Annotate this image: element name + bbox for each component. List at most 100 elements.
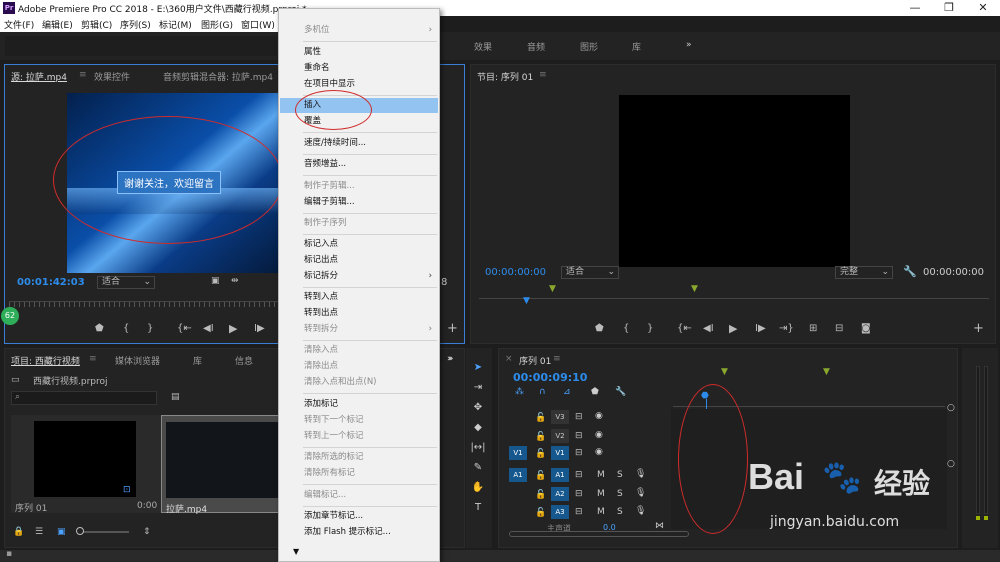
workspace-more-icon[interactable]: » bbox=[686, 40, 692, 50]
tab-sequence[interactable]: 序列 01 bbox=[519, 354, 551, 367]
pen-tool-icon[interactable]: ✎ bbox=[470, 462, 486, 478]
tab-project[interactable]: 项目: 西藏行视频 bbox=[11, 354, 80, 367]
timeline-menu-icon[interactable]: ≡ bbox=[553, 354, 561, 364]
mark-out-icon[interactable]: } bbox=[647, 323, 653, 334]
tab-info[interactable]: 信息 bbox=[235, 354, 253, 367]
menu-item-clear-out[interactable]: 清除出点 bbox=[280, 359, 438, 374]
menu-item-speed-duration[interactable]: 速度/持续时间... bbox=[280, 136, 438, 151]
source-patch-v1[interactable]: V1 bbox=[509, 446, 527, 460]
tab-audio-clip-mixer[interactable]: 音频剪辑混合器: 拉萨.mp4 bbox=[163, 70, 273, 83]
workspace-libraries[interactable]: 库 bbox=[632, 40, 641, 53]
program-ruler[interactable]: ▼ ▼ ▼ bbox=[479, 284, 989, 306]
menu-item-rename[interactable]: 重命名 bbox=[280, 61, 438, 76]
program-menu-icon[interactable]: ≡ bbox=[539, 70, 547, 80]
menu-file[interactable]: 文件(F) bbox=[4, 18, 34, 31]
microphone-icon[interactable]: 🎙 bbox=[635, 506, 646, 516]
step-forward-icon[interactable]: I▶ bbox=[755, 323, 766, 334]
add-marker-icon[interactable]: ⬟ bbox=[591, 387, 599, 397]
solo-button[interactable]: S bbox=[617, 489, 623, 499]
project-search-input[interactable]: ⌕ bbox=[11, 391, 157, 405]
solo-button[interactable]: S bbox=[617, 507, 623, 517]
selection-tool-icon[interactable]: ➤ bbox=[470, 362, 486, 378]
project-item-sequence[interactable]: ⊡ 序列 01 0:00 bbox=[11, 415, 161, 514]
menu-edit[interactable]: 编辑(E) bbox=[42, 18, 73, 31]
project-menu-icon[interactable]: ≡ bbox=[89, 354, 97, 364]
track-v2-label[interactable]: V2 bbox=[551, 429, 569, 443]
menu-item-reveal-in-project[interactable]: 在项目中显示 bbox=[280, 77, 438, 92]
mark-in-icon[interactable]: { bbox=[623, 323, 629, 334]
menu-item-mark-split[interactable]: 标记拆分 › bbox=[280, 269, 438, 284]
track-height-icon[interactable]: ⋈ bbox=[655, 521, 664, 531]
minimize-button[interactable]: — bbox=[898, 0, 932, 16]
slip-tool-icon[interactable]: |↔| bbox=[470, 442, 486, 458]
menu-item-clear-in[interactable]: 清除入点 bbox=[280, 343, 438, 358]
menu-item-make-subclip[interactable]: 制作子剪辑... bbox=[280, 179, 438, 194]
snap-icon[interactable]: ∩ bbox=[539, 387, 546, 397]
sync-lock-icon[interactable]: ⊟ bbox=[575, 507, 583, 517]
menu-clip[interactable]: 剪辑(C) bbox=[81, 18, 112, 31]
hand-tool-icon[interactable]: ✋ bbox=[470, 482, 486, 498]
menu-item-mark-out[interactable]: 标记出点 bbox=[280, 253, 438, 268]
menu-item-clear-selected-marker[interactable]: 清除所选的标记 bbox=[280, 450, 438, 465]
go-to-out-icon[interactable]: ⇥} bbox=[779, 323, 794, 334]
wrench-icon[interactable]: 🔧 bbox=[903, 265, 917, 278]
mute-button[interactable]: M bbox=[597, 470, 605, 480]
tab-program[interactable]: 节目: 序列 01 bbox=[477, 70, 533, 83]
mute-button[interactable]: M bbox=[597, 489, 605, 499]
workspace-audio[interactable]: 音频 bbox=[527, 40, 545, 53]
source-zoom-select[interactable]: 适合 ⌄ bbox=[97, 276, 155, 289]
camera-icon[interactable]: ◙ bbox=[861, 323, 871, 334]
list-view-icon[interactable]: ☰ bbox=[35, 527, 43, 537]
mark-out-icon[interactable]: } bbox=[147, 323, 153, 334]
lock-icon[interactable]: 🔓 bbox=[535, 413, 546, 423]
scroll-handle-icon[interactable]: ○ bbox=[947, 403, 955, 413]
tab-effect-controls[interactable]: 效果控件 bbox=[94, 70, 130, 83]
track-v1-label[interactable]: V1 bbox=[551, 446, 569, 460]
source-add-button-icon[interactable]: + bbox=[447, 321, 458, 336]
lock-icon[interactable]: 🔓 bbox=[535, 432, 546, 442]
lift-icon[interactable]: ⊞ bbox=[809, 323, 817, 334]
menu-item-multicam[interactable]: 多机位 › bbox=[280, 23, 438, 38]
timeline-close-icon[interactable]: × bbox=[505, 354, 513, 364]
lock-icon[interactable]: 🔓 bbox=[535, 508, 546, 518]
source-ruler[interactable] bbox=[9, 301, 279, 307]
menu-item-go-to-split[interactable]: 转到拆分 › bbox=[280, 322, 438, 337]
step-forward-icon[interactable]: I▶ bbox=[254, 323, 265, 334]
workspace-effects[interactable]: 效果 bbox=[474, 40, 492, 53]
source-menu-icon[interactable]: ≡ bbox=[79, 70, 87, 80]
menu-item-go-to-out[interactable]: 转到出点 bbox=[280, 306, 438, 321]
eye-icon[interactable]: ◉ bbox=[595, 411, 603, 421]
menu-item-mark-in[interactable]: 标记入点 bbox=[280, 237, 438, 252]
playback-resolution-select[interactable]: 完整 ⌄ bbox=[835, 266, 893, 279]
microphone-icon[interactable]: 🎙 bbox=[635, 469, 646, 479]
sync-lock-icon[interactable]: ⊟ bbox=[575, 489, 583, 499]
menu-item-edit-marker[interactable]: 编辑标记... bbox=[280, 488, 438, 503]
menu-item-clear-in-out[interactable]: 清除入点和出点(N) bbox=[280, 375, 438, 390]
menu-item-make-subsequence[interactable]: 制作子序列 bbox=[280, 216, 438, 231]
type-tool-icon[interactable]: T bbox=[470, 502, 486, 518]
tools-more-icon[interactable]: » bbox=[448, 354, 454, 364]
program-add-button-icon[interactable]: + bbox=[973, 321, 984, 336]
slider-handle[interactable] bbox=[76, 527, 84, 535]
add-marker-icon[interactable]: ⬟ bbox=[95, 323, 104, 334]
tab-source[interactable]: 源: 拉萨.mp4 bbox=[11, 70, 67, 83]
menu-marker[interactable]: 标记(M) bbox=[159, 18, 192, 31]
menu-scroll-down-icon[interactable]: ▼ bbox=[293, 547, 299, 556]
menu-item-add-marker[interactable]: 添加标记 bbox=[280, 397, 438, 412]
sync-lock-icon[interactable]: ⊟ bbox=[575, 448, 583, 458]
nest-icon[interactable]: ⁂ bbox=[515, 387, 524, 397]
go-to-in-icon[interactable]: {⇤ bbox=[677, 323, 692, 334]
new-bin-icon[interactable]: ▤ bbox=[171, 392, 180, 402]
thumbnail-size-slider[interactable] bbox=[76, 527, 129, 535]
solo-button[interactable]: S bbox=[617, 470, 623, 480]
source-patch-a1[interactable]: A1 bbox=[509, 468, 527, 482]
close-button[interactable]: ✕ bbox=[966, 0, 1000, 16]
lock-icon[interactable]: 🔓 bbox=[535, 490, 546, 500]
menu-item-previous-marker[interactable]: 转到上一个标记 bbox=[280, 429, 438, 444]
menu-sequence[interactable]: 序列(S) bbox=[120, 18, 151, 31]
mark-in-icon[interactable]: { bbox=[123, 323, 129, 334]
track-select-tool-icon[interactable]: ⇥ bbox=[470, 382, 486, 398]
menu-item-audio-gain[interactable]: 音频增益... bbox=[280, 157, 438, 172]
linked-selection-icon[interactable]: ⊿ bbox=[563, 387, 571, 397]
eye-icon[interactable]: ◉ bbox=[595, 447, 603, 457]
